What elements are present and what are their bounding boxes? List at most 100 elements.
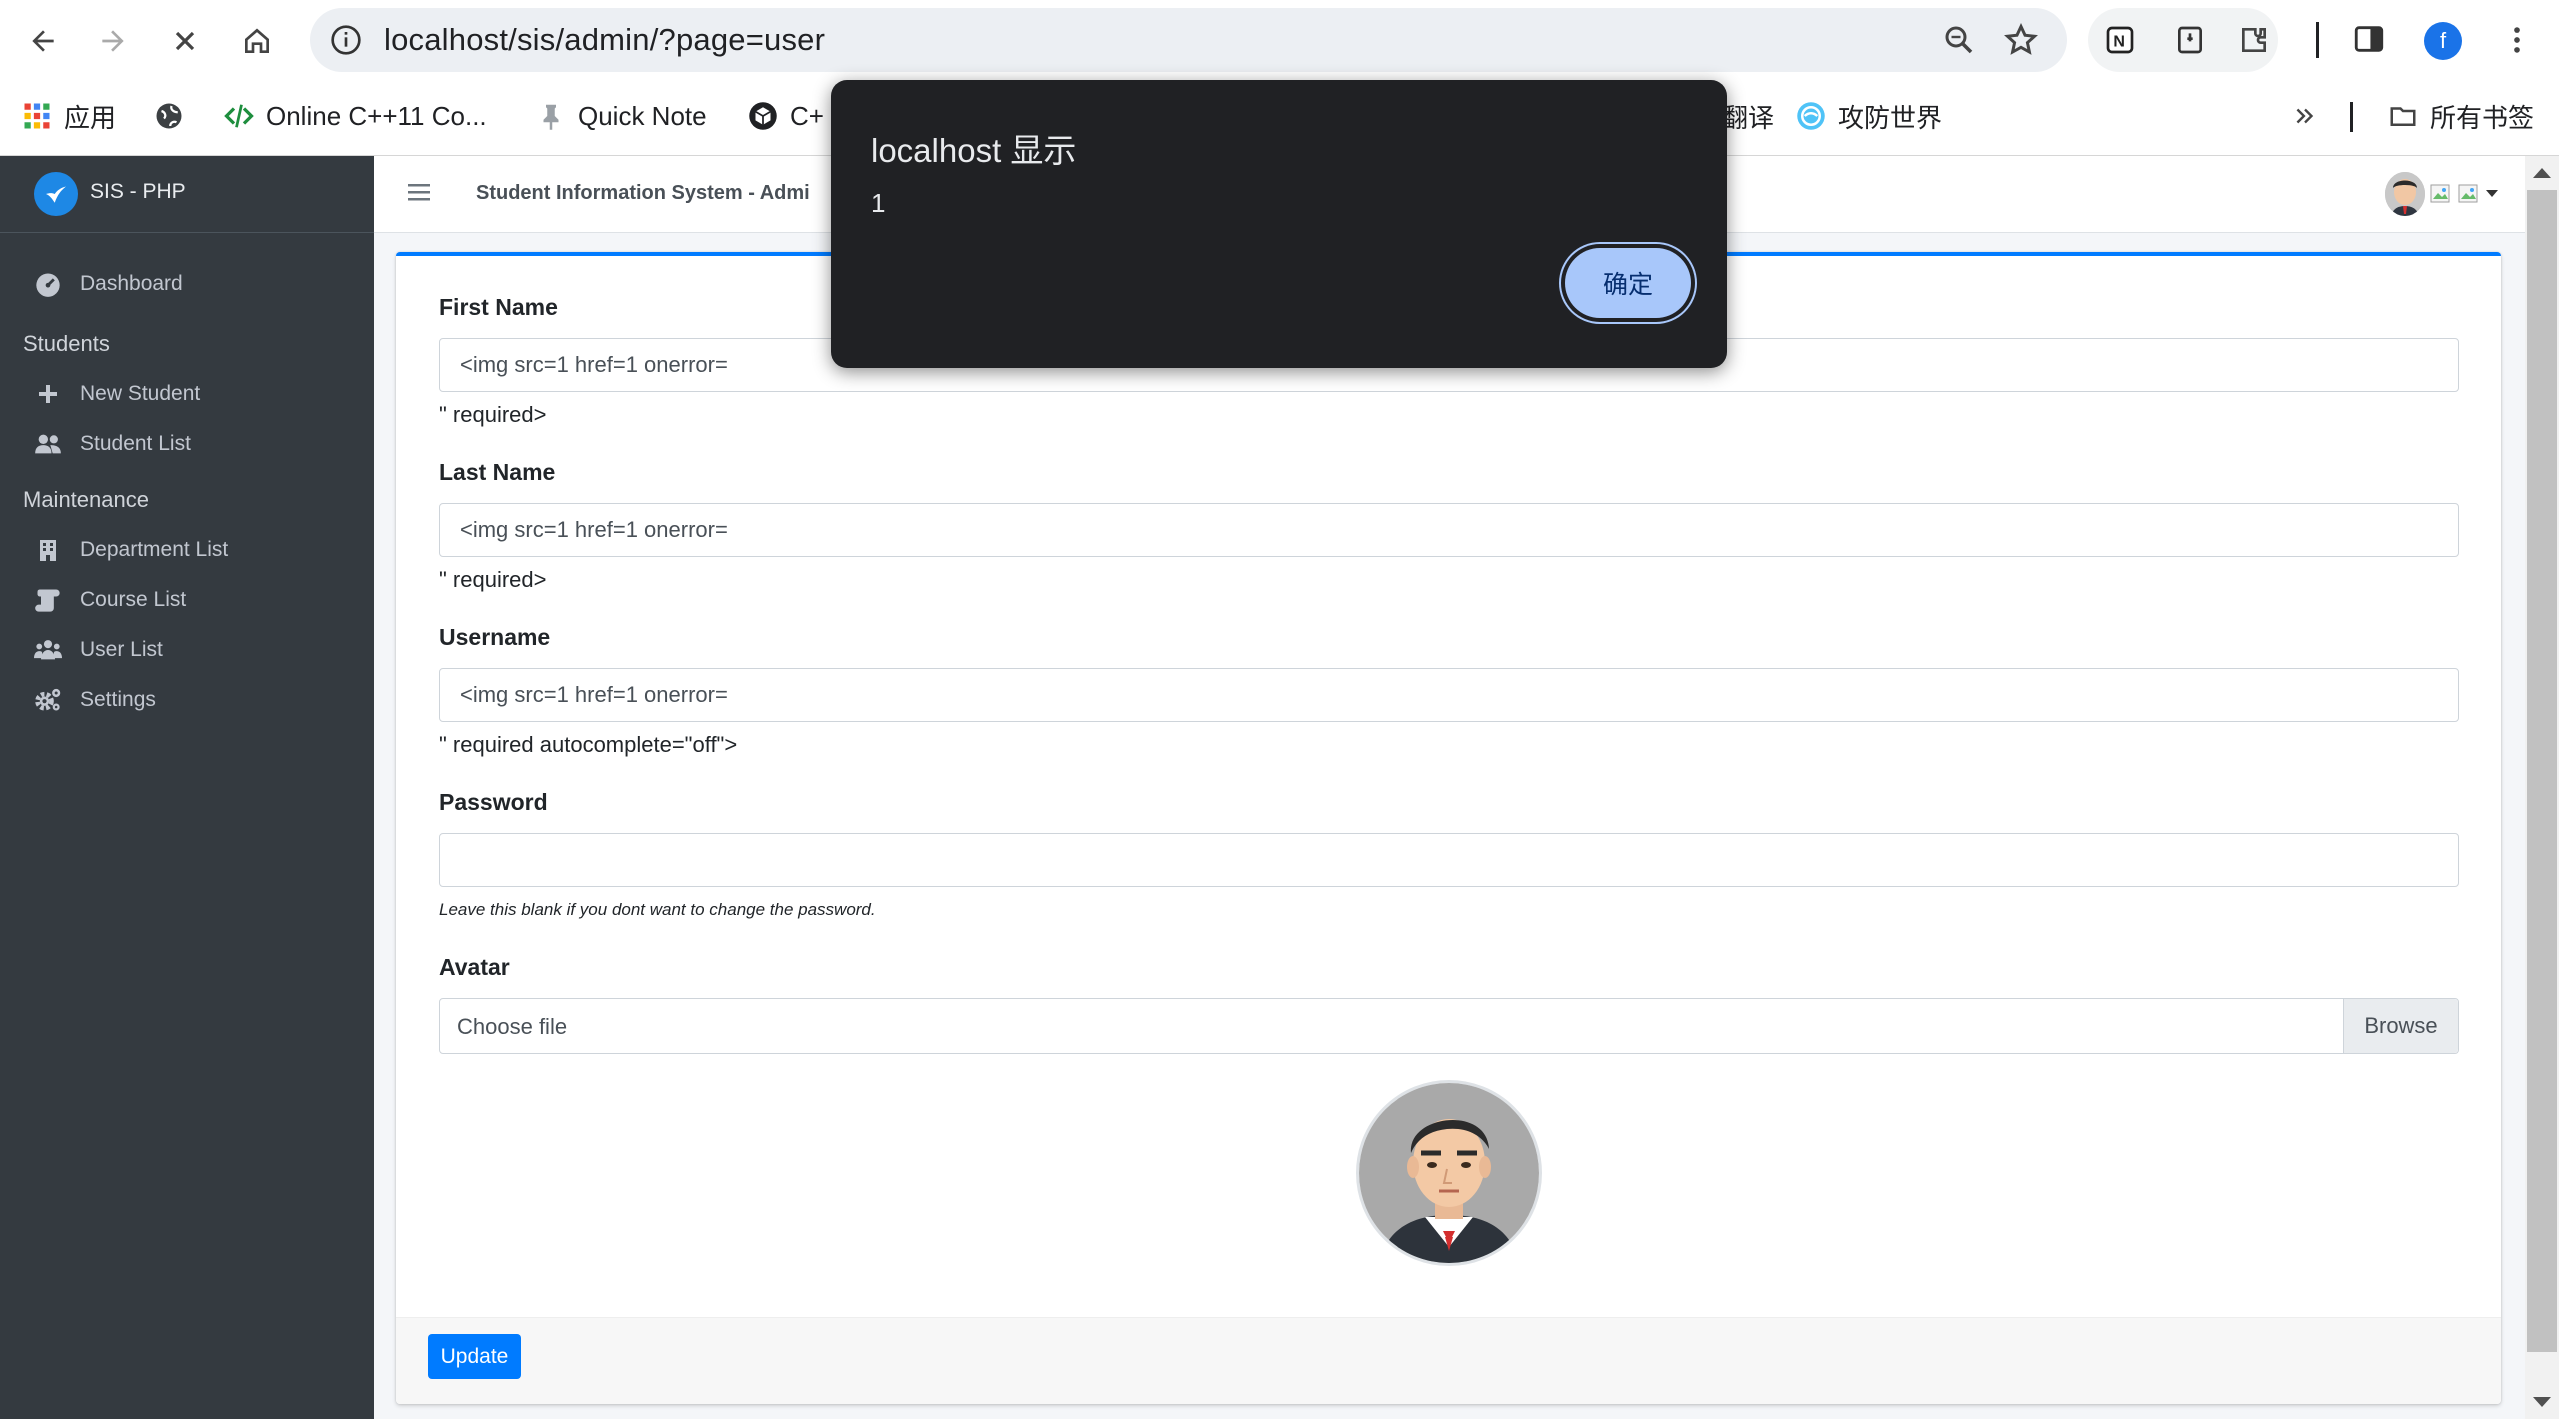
code-icon <box>224 104 254 128</box>
stop-loading-icon[interactable] <box>158 14 212 68</box>
bookmark-quick-note-label: Quick Note <box>578 100 707 131</box>
sidebar-item-settings-label: Settings <box>80 688 156 711</box>
home-icon[interactable] <box>230 14 284 68</box>
sidebar-item-dashboard[interactable]: Dashboard <box>32 264 183 304</box>
sidebar-item-settings[interactable]: Settings <box>32 680 156 720</box>
extensions-puzzle-icon[interactable] <box>2238 24 2270 56</box>
bookmarks-divider <box>2350 102 2353 132</box>
gongfang-logo-icon <box>1797 102 1825 130</box>
last-name-value: <img src=1 href=1 onerror= <box>460 517 728 542</box>
bookmark-cpp-label: C+ <box>790 100 824 131</box>
last-name-trailing-text: " required> <box>439 567 547 592</box>
bookmark-quick-note[interactable]: Quick Note <box>536 98 707 134</box>
bookmark-apps[interactable]: 应用 <box>22 98 116 134</box>
bookmark-all-bookmarks-label: 所有书签 <box>2430 102 2535 133</box>
site-info-icon[interactable] <box>330 24 362 56</box>
username-trailing-text: " required autocomplete="off"> <box>439 732 738 757</box>
sidebar-item-department-list-label: Department List <box>80 538 229 561</box>
sidebar-item-student-list-label: Student List <box>80 432 191 455</box>
toolbar-divider <box>2316 22 2319 58</box>
sidebar-header-maintenance: Maintenance <box>23 487 149 512</box>
sidebar-item-course-list[interactable]: Course List <box>32 580 186 620</box>
browser-menu-icon[interactable] <box>2500 22 2534 58</box>
alert-dialog-message: 1 <box>871 188 886 218</box>
notion-icon[interactable]: N <box>2104 24 2136 56</box>
brand[interactable]: SIS - PHP <box>0 156 374 233</box>
update-button[interactable]: Update <box>428 1334 521 1379</box>
user-group-icon <box>32 634 64 666</box>
back-arrow-icon[interactable] <box>16 14 70 68</box>
more-bookmarks-chevron-icon[interactable] <box>2292 98 2318 134</box>
brand-name: SIS - PHP <box>90 180 186 203</box>
avatar-label: Avatar <box>439 954 510 980</box>
username-input[interactable]: <img src=1 href=1 onerror= <box>439 668 2459 722</box>
bookmark-translate-label: 翻译 <box>1722 102 1775 133</box>
password-input[interactable] <box>439 833 2459 887</box>
forward-arrow-icon[interactable] <box>86 14 140 68</box>
bookmark-cpp[interactable]: C+ <box>748 98 824 134</box>
page-scrollbar[interactable] <box>2525 156 2559 1419</box>
username-label: Username <box>439 624 551 650</box>
extension-card-icon[interactable] <box>2174 24 2206 56</box>
bookmark-online-cpp[interactable]: Online C++11 Co... <box>224 98 487 134</box>
side-panel-icon[interactable] <box>2352 22 2386 56</box>
globe-icon <box>156 103 182 129</box>
bookmark-star-icon[interactable] <box>2003 22 2039 58</box>
gears-icon <box>32 684 64 716</box>
broken-image-icon <box>2430 184 2450 203</box>
password-label: Password <box>439 789 548 815</box>
bookmark-gongfang[interactable]: 攻防世界 <box>1796 98 1942 134</box>
username-value: <img src=1 href=1 onerror= <box>460 682 728 707</box>
bookmark-all-bookmarks[interactable]: 所有书签 <box>2388 98 2534 134</box>
user-avatar <box>2385 172 2425 216</box>
app-title: Student Information System - Admi <box>476 182 810 204</box>
bookmark-globe[interactable] <box>154 98 196 134</box>
last-name-label: Last Name <box>439 459 556 485</box>
svg-text:N: N <box>2113 34 2125 51</box>
sidebar-item-user-list-label: User List <box>80 638 163 661</box>
alert-ok-button[interactable]: 确定 <box>1565 248 1691 318</box>
first-name-trailing-text: " required> <box>439 402 547 427</box>
dashboard-gauge-icon <box>32 268 64 300</box>
browse-button[interactable]: Browse <box>2343 999 2458 1053</box>
bookmark-translate[interactable]: 翻译 <box>1722 98 1774 134</box>
sidebar-item-course-list-label: Course List <box>80 588 187 611</box>
extensions-group: N <box>2088 8 2278 72</box>
choose-file-text: Choose file <box>457 1014 568 1039</box>
sidebar-item-user-list[interactable]: User List <box>32 630 163 670</box>
hamburger-menu-icon[interactable] <box>408 182 430 202</box>
users-icon <box>32 428 64 460</box>
bookmark-apps-label: 应用 <box>64 102 117 133</box>
bookmark-gongfang-label: 攻防世界 <box>1838 102 1943 133</box>
folder-icon <box>2390 107 2416 126</box>
plus-icon <box>32 378 64 410</box>
scroll-down-arrow-icon[interactable] <box>2533 1397 2551 1407</box>
sidebar-item-department-list[interactable]: Department List <box>32 530 228 570</box>
avatar-file-input[interactable]: Choose file Browse <box>439 998 2459 1054</box>
sidebar-item-student-list[interactable]: Student List <box>32 424 191 464</box>
address-bar[interactable]: localhost/sis/admin/?page=user <box>310 8 2067 72</box>
pin-icon <box>543 104 559 130</box>
bookmark-online-cpp-label: Online C++11 Co... <box>266 100 487 131</box>
user-dropdown[interactable] <box>2385 172 2525 216</box>
sidebar-item-new-student[interactable]: New Student <box>32 374 200 414</box>
alert-dialog: localhost 显示 1 确定 <box>831 80 1727 368</box>
sidebar-item-dashboard-label: Dashboard <box>80 272 183 295</box>
avatar-preview <box>1356 1080 1542 1266</box>
scrollbar-thumb[interactable] <box>2527 190 2557 1352</box>
brand-logo-icon <box>34 172 78 216</box>
alert-dialog-title: localhost 显示 <box>871 132 1077 169</box>
scroll-icon <box>32 584 64 616</box>
sidebar: SIS - PHP Dashboard Students New Student… <box>0 156 374 1419</box>
caret-down-icon <box>2486 190 2498 197</box>
last-name-input[interactable]: <img src=1 href=1 onerror= <box>439 503 2459 557</box>
building-icon <box>32 534 64 566</box>
sidebar-header-students: Students <box>23 331 110 356</box>
profile-avatar[interactable]: f <box>2424 22 2462 60</box>
user-form-card: First Name <img src=1 href=1 onerror= " … <box>396 252 2501 1404</box>
cube-icon <box>749 102 777 130</box>
zoom-icon[interactable] <box>1941 22 1977 58</box>
url-text[interactable]: localhost/sis/admin/?page=user <box>384 22 825 58</box>
sidebar-item-new-student-label: New Student <box>80 382 201 405</box>
scroll-up-arrow-icon[interactable] <box>2533 168 2551 178</box>
